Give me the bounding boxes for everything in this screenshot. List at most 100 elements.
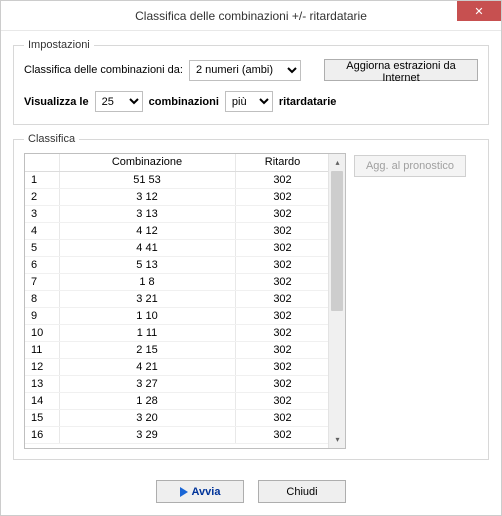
- play-icon: [180, 487, 188, 497]
- close-icon: ✕: [474, 5, 483, 18]
- cell-combinazione: 3 20: [59, 409, 235, 426]
- table-header-row: Combinazione Ritardo: [25, 154, 330, 171]
- cell-index: 5: [25, 239, 59, 256]
- cell-ritardo: 302: [235, 358, 330, 375]
- ritardatarie-label: ritardatarie: [279, 96, 336, 108]
- agg-pronostico-button: Agg. al pronostico: [354, 155, 466, 177]
- cell-ritardo: 302: [235, 392, 330, 409]
- cell-ritardo: 302: [235, 341, 330, 358]
- cell-ritardo: 302: [235, 409, 330, 426]
- scroll-down-icon[interactable]: ▾: [329, 431, 346, 448]
- table-row[interactable]: 112 15302: [25, 341, 330, 358]
- cell-ritardo: 302: [235, 290, 330, 307]
- cell-combinazione: 1 8: [59, 273, 235, 290]
- cell-ritardo: 302: [235, 426, 330, 443]
- table-row[interactable]: 33 13302: [25, 205, 330, 222]
- settings-row-1: Classifica delle combinazioni da: 2 nume…: [24, 59, 478, 81]
- settings-group: Impostazioni Classifica delle combinazio…: [13, 39, 489, 125]
- classifica-group: Classifica Combinazione Ritardo 151 5330…: [13, 133, 489, 460]
- cell-combinazione: 1 11: [59, 324, 235, 341]
- cell-index: 10: [25, 324, 59, 341]
- cell-ritardo: 302: [235, 256, 330, 273]
- cell-combinazione: 1 10: [59, 307, 235, 324]
- header-combinazione[interactable]: Combinazione: [59, 154, 235, 171]
- cell-combinazione: 4 41: [59, 239, 235, 256]
- table-row[interactable]: 65 13302: [25, 256, 330, 273]
- classifica-legend: Classifica: [24, 133, 79, 145]
- settings-row-2: Visualizza le 25 combinazioni più ritard…: [24, 91, 478, 112]
- scroll-up-icon[interactable]: ▴: [329, 154, 346, 171]
- cell-ritardo: 302: [235, 171, 330, 188]
- cell-ritardo: 302: [235, 222, 330, 239]
- cell-index: 6: [25, 256, 59, 273]
- cell-index: 3: [25, 205, 59, 222]
- cell-index: 15: [25, 409, 59, 426]
- table-row[interactable]: 71 8302: [25, 273, 330, 290]
- count-select[interactable]: 25: [95, 91, 143, 112]
- cell-index: 14: [25, 392, 59, 409]
- cell-combinazione: 4 21: [59, 358, 235, 375]
- combinazioni-label: combinazioni: [149, 96, 219, 108]
- bottom-bar: Avvia Chiudi: [1, 480, 501, 503]
- cell-combinazione: 3 29: [59, 426, 235, 443]
- cell-index: 2: [25, 188, 59, 205]
- scroll-track[interactable]: [329, 171, 345, 431]
- content-area: Impostazioni Classifica delle combinazio…: [1, 31, 501, 460]
- cell-ritardo: 302: [235, 273, 330, 290]
- table-row[interactable]: 141 28302: [25, 392, 330, 409]
- results-table: Combinazione Ritardo 151 5330223 1230233…: [25, 154, 331, 444]
- table-row[interactable]: 153 20302: [25, 409, 330, 426]
- cell-index: 9: [25, 307, 59, 324]
- visualizza-label: Visualizza le: [24, 96, 89, 108]
- avvia-button[interactable]: Avvia: [156, 480, 244, 503]
- header-index[interactable]: [25, 154, 59, 171]
- vertical-scrollbar[interactable]: ▴ ▾: [328, 154, 345, 448]
- close-button[interactable]: ✕: [457, 1, 501, 21]
- aggiorna-button[interactable]: Aggiorna estrazioni da Internet: [324, 59, 478, 81]
- table-row[interactable]: 101 11302: [25, 324, 330, 341]
- cell-combinazione: 3 13: [59, 205, 235, 222]
- window-title: Classifica delle combinazioni +/- ritard…: [135, 9, 367, 23]
- cell-combinazione: 2 15: [59, 341, 235, 358]
- cell-combinazione: 5 13: [59, 256, 235, 273]
- cell-combinazione: 3 21: [59, 290, 235, 307]
- settings-legend: Impostazioni: [24, 39, 94, 51]
- cell-combinazione: 1 28: [59, 392, 235, 409]
- avvia-label: Avvia: [192, 486, 221, 498]
- chiudi-button[interactable]: Chiudi: [258, 480, 346, 503]
- classifica-label: Classifica delle combinazioni da:: [24, 64, 183, 76]
- table-row[interactable]: 44 12302: [25, 222, 330, 239]
- cell-ritardo: 302: [235, 239, 330, 256]
- cell-combinazione: 3 27: [59, 375, 235, 392]
- cell-combinazione: 3 12: [59, 188, 235, 205]
- classifica-select[interactable]: 2 numeri (ambi): [189, 60, 301, 81]
- table-row[interactable]: 163 29302: [25, 426, 330, 443]
- cell-combinazione: 51 53: [59, 171, 235, 188]
- cell-index: 4: [25, 222, 59, 239]
- mode-select[interactable]: più: [225, 91, 273, 112]
- cell-index: 16: [25, 426, 59, 443]
- header-ritardo[interactable]: Ritardo: [235, 154, 330, 171]
- cell-index: 13: [25, 375, 59, 392]
- cell-ritardo: 302: [235, 324, 330, 341]
- table-row[interactable]: 133 27302: [25, 375, 330, 392]
- cell-index: 1: [25, 171, 59, 188]
- cell-ritardo: 302: [235, 205, 330, 222]
- results-table-container: Combinazione Ritardo 151 5330223 1230233…: [24, 153, 346, 449]
- cell-ritardo: 302: [235, 188, 330, 205]
- cell-index: 7: [25, 273, 59, 290]
- scroll-thumb[interactable]: [331, 171, 343, 311]
- titlebar: Classifica delle combinazioni +/- ritard…: [1, 1, 501, 31]
- table-row[interactable]: 151 53302: [25, 171, 330, 188]
- cell-index: 12: [25, 358, 59, 375]
- table-row[interactable]: 83 21302: [25, 290, 330, 307]
- table-row[interactable]: 91 10302: [25, 307, 330, 324]
- table-row[interactable]: 54 41302: [25, 239, 330, 256]
- cell-ritardo: 302: [235, 375, 330, 392]
- cell-index: 11: [25, 341, 59, 358]
- table-row[interactable]: 124 21302: [25, 358, 330, 375]
- cell-ritardo: 302: [235, 307, 330, 324]
- table-row[interactable]: 23 12302: [25, 188, 330, 205]
- cell-combinazione: 4 12: [59, 222, 235, 239]
- cell-index: 8: [25, 290, 59, 307]
